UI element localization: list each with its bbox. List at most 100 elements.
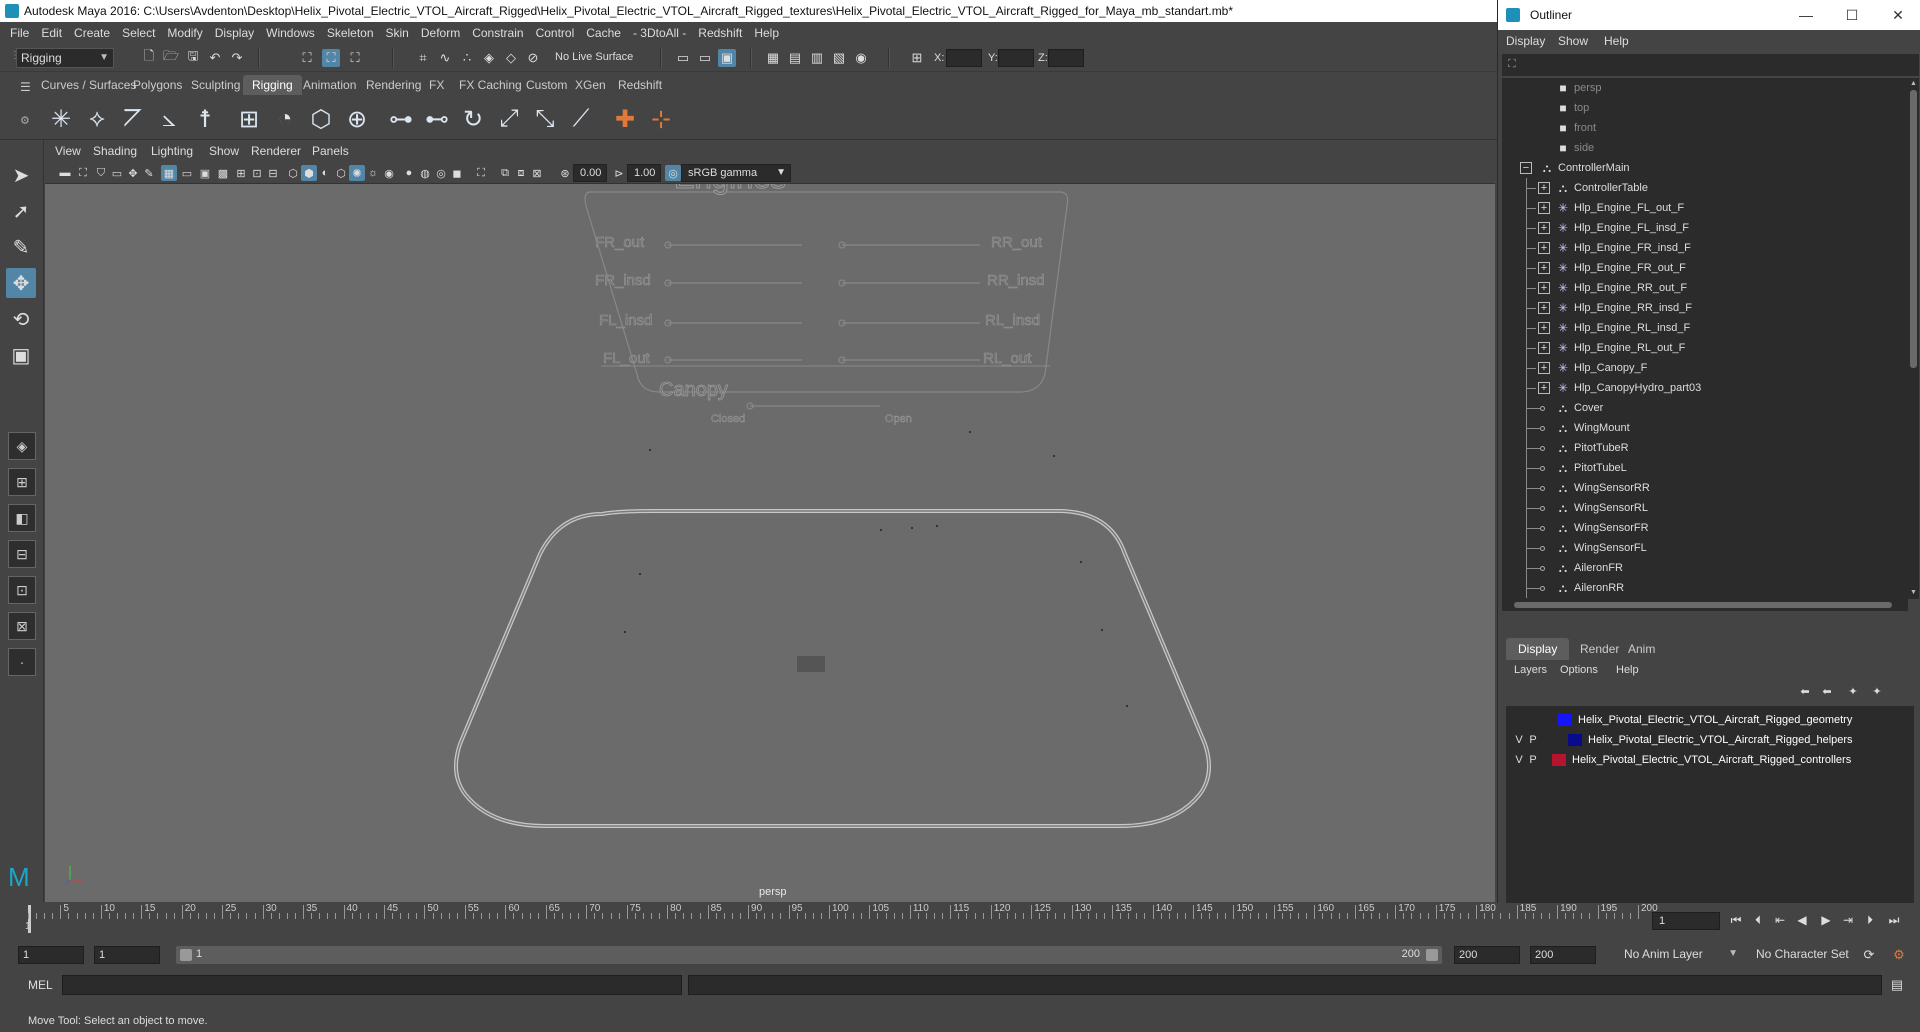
wireframe-on-shaded-icon[interactable]: ◐ [317,165,333,181]
bind-skin-icon[interactable]: ⊞ [234,104,264,134]
step-forward-frame-icon[interactable]: ⇥ [1840,912,1856,928]
menu-display[interactable]: Display [215,26,254,40]
image-plane-icon[interactable]: ▭ [109,165,125,181]
select-component-icon[interactable]: ⛶ [346,49,364,67]
range-start-handle[interactable] [180,949,192,961]
lasso-tool-icon[interactable]: ➚ [6,196,36,226]
viewport-menu-view[interactable]: View [55,144,81,158]
outliner-item[interactable]: + ✳ Hlp_Canopy_F [1502,358,1908,378]
shelf-tab-sculpting[interactable]: Sculpting [182,75,249,95]
single-perspective-layout-icon[interactable]: ◈ [8,432,36,460]
shelf-tab-rigging[interactable]: Rigging [243,75,302,95]
play-backwards-icon[interactable]: ◀ [1794,912,1810,928]
outliner-hscroll-thumb[interactable] [1514,602,1892,608]
outliner-item[interactable]: ⛬ WingSensorRR [1502,478,1908,498]
layer-playback-toggle[interactable]: P [1526,730,1540,750]
expand-icon[interactable]: + [1538,382,1550,394]
two-view-layout-icon[interactable]: ◧ [8,504,36,532]
move-layer-down-icon[interactable]: ⬅ [1818,682,1836,700]
move-layer-up-icon[interactable]: ⬅ [1796,682,1814,700]
viewport-menu-renderer[interactable]: Renderer [251,144,301,158]
ipr-render-icon[interactable]: ▥ [808,49,826,67]
shelf-tab-fx[interactable]: FX [420,75,453,95]
layer-tab-anim[interactable]: Anim [1616,638,1667,660]
save-scene-icon[interactable]: 🖫 [184,48,202,67]
layer-visibility-toggle[interactable]: V [1512,750,1526,770]
step-back-frame-icon[interactable]: ⇤ [1772,912,1788,928]
minimize-icon[interactable]: — [1783,0,1829,30]
menu-select[interactable]: Select [122,26,155,40]
expand-icon[interactable]: + [1538,362,1550,374]
scale-tool-icon[interactable]: ▣ [6,340,36,370]
expand-icon[interactable]: + [1538,202,1550,214]
menu-deform[interactable]: Deform [421,26,460,40]
xray-joints-icon[interactable]: ⧉ [497,165,513,181]
field-chart-icon[interactable]: ⊞ [233,165,249,181]
new-layer-selected-icon[interactable]: ✦ [1868,682,1886,700]
depth-of-field-icon[interactable]: ◼ [449,165,465,181]
undo-icon[interactable]: ↶ [206,49,224,67]
gamma-icon[interactable]: ⊳ [611,165,627,181]
anim-layer-dropdown[interactable]: No Anim Layer ▼ [1620,945,1742,965]
color-space-dropdown[interactable]: sRGB gamma ▼ [681,164,791,182]
layer-row[interactable]: V P Helix_Pivotal_Electric_VTOL_Aircraft_R… [1506,750,1914,770]
outliner-item[interactable]: ⛬ AileronRR [1502,578,1908,598]
character-set-dropdown[interactable]: No Character Set [1752,945,1872,965]
bookmark-icon[interactable]: ⛉ [93,165,109,181]
play-forwards-icon[interactable]: ▶ [1818,912,1834,928]
outliner-item[interactable]: ⛬ WingSensorFL [1502,538,1908,558]
snap-grid-icon[interactable]: ⌗ [414,49,432,67]
menu-skin[interactable]: Skin [386,26,409,40]
menu-windows[interactable]: Windows [266,26,315,40]
menu-edit[interactable]: Edit [41,26,62,40]
command-input[interactable] [62,975,682,995]
layer-visibility-toggle[interactable]: V [1512,730,1526,750]
layer-menu-layers[interactable]: Layers [1514,664,1547,676]
script-editor-icon[interactable]: ▤ [1888,976,1906,994]
menu-control[interactable]: Control [536,26,575,40]
outliner-item[interactable]: + ✳ Hlp_CanopyHydro_part03 [1502,378,1908,398]
layer-tab-display[interactable]: Display [1506,638,1570,660]
animation-preferences-icon[interactable]: ⚙ [1890,946,1908,964]
outliner-item[interactable]: ■ top [1502,98,1908,118]
x-field[interactable] [946,49,982,67]
time-slider[interactable]: 1 5 10 15 20 25 30 35 40 45 50 55 60 65 70 75 80 85 90 95 1… [0,903,1920,939]
snap-surface-icon[interactable]: ◇ [502,49,520,67]
new-empty-layer-icon[interactable]: ✦ [1844,682,1862,700]
shelf-tab-animation[interactable]: Animation [294,75,365,95]
control-shelf-icon[interactable]: ⊹ [646,104,676,134]
layer-menu-help[interactable]: Help [1616,664,1639,676]
cluster-icon[interactable]: ⊕ [342,104,372,134]
go-to-end-icon[interactable]: ⏭ [1886,912,1902,928]
viewport-menu-shading[interactable]: Shading [93,144,137,158]
wireframe-icon[interactable]: ⬡ [285,165,301,181]
snap-view-icon[interactable]: ◈ [480,49,498,67]
lattice-icon[interactable]: ⬡ [306,104,336,134]
menu-cache[interactable]: Cache [586,26,621,40]
snap-point-icon[interactable]: ∴ [458,49,476,67]
motion-blur-icon[interactable]: ◍ [417,165,433,181]
construction-history-icon[interactable]: ▣ [718,49,736,67]
auto-key-icon[interactable]: ⟳ [1860,946,1878,964]
outliner-item[interactable]: ⛬ WingSensorFR [1502,518,1908,538]
menu-redshift[interactable]: Redshift [698,26,742,40]
color-management-icon[interactable]: ◎ [665,165,681,181]
outliner-item[interactable]: ⛬ WingMount [1502,418,1908,438]
outliner-vertical-scrollbar[interactable]: ▲ ▼ [1908,78,1919,599]
xray-active-icon[interactable]: ⧈ [513,165,529,181]
layer-row[interactable]: V P Helix_Pivotal_Electric_VTOL_Aircraft_R… [1506,730,1914,750]
exposure-icon[interactable]: ⊛ [557,165,573,181]
two-d-pan-icon[interactable]: ✥ [125,165,141,181]
hud-icon[interactable]: ⊠ [529,165,545,181]
menu-3dtoall[interactable]: - 3DtoAll - [633,26,686,40]
menu-help[interactable]: Help [754,26,779,40]
y-field[interactable] [998,49,1034,67]
outliner-item[interactable]: + ✳ Hlp_Engine_RL_out_F [1502,338,1908,358]
use-all-lights-icon[interactable]: ✺ [349,165,365,181]
outliner-menu-display[interactable]: Display [1506,34,1545,48]
shadows-icon[interactable]: ☼ [365,165,381,181]
outliner-item[interactable]: + ⛬ ControllerTable [1502,178,1908,198]
expand-icon[interactable]: + [1538,182,1550,194]
mel-label[interactable]: MEL [28,978,53,992]
insert-joint-icon[interactable]: ⟡ [82,104,112,134]
